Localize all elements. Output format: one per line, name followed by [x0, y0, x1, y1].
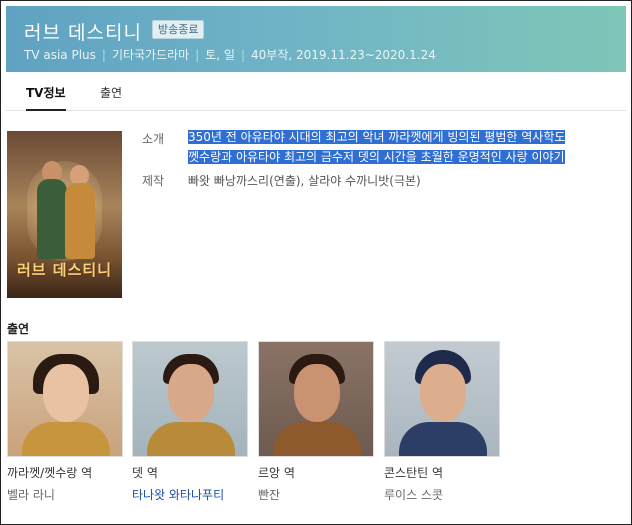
tab-bar: TV정보 출연	[6, 76, 626, 111]
cast-actor-link[interactable]: 타나왓 와타나푸티	[132, 486, 248, 503]
program-header: 러브 데스티니 방송종료 TV asia Plus | 기타국가드라마 | 토, 일 | 4…	[6, 6, 626, 72]
channel-link[interactable]: TV asia Plus	[24, 48, 96, 62]
genre-text: 기타국가드라마	[111, 48, 190, 62]
photo-body	[273, 422, 361, 456]
cast-actor: 벨라 라니	[7, 488, 55, 502]
intro-line: 350년 전 아유타야 시대의 최고의 악녀 까라껫에게 빙의된 평범한 역사학…	[188, 130, 566, 144]
poster-title: 러브 데스티니	[16, 261, 113, 279]
photo-face	[420, 364, 466, 422]
cast-section-title: 출연	[7, 322, 30, 336]
status-badge: 방송종료	[152, 20, 205, 39]
cast-card[interactable]: 까라껫/껫수랑 역 벨라 라니	[7, 341, 123, 503]
photo-face	[168, 364, 214, 422]
program-poster[interactable]: 러브 데스티니	[7, 131, 122, 298]
cast-photo[interactable]	[132, 341, 248, 457]
cast-card[interactable]: 르앙 역 빤잔	[258, 341, 374, 503]
tab-tv-info[interactable]: TV정보	[26, 84, 66, 111]
divider: |	[240, 48, 246, 62]
poster-figure	[37, 179, 67, 259]
intro-label: 소개	[142, 132, 165, 146]
photo-face	[294, 364, 340, 422]
photo-body	[147, 422, 235, 456]
cast-actor: 루이스 스콧	[384, 488, 444, 502]
tab-cast[interactable]: 출연	[100, 84, 122, 101]
cast-photo[interactable]	[7, 341, 123, 457]
divider: |	[195, 48, 200, 62]
cast-card[interactable]: 콘스탄틴 역 루이스 스콧	[384, 341, 500, 503]
cast-role: 까라껫/껫수랑 역	[7, 466, 93, 480]
cast-photo[interactable]	[258, 341, 374, 457]
intro-text: 350년 전 아유타야 시대의 최고의 악녀 까라껫에게 빙의된 평범한 역사학…	[188, 127, 600, 167]
cast-role: 르앙 역	[258, 466, 295, 480]
cast-photo[interactable]	[384, 341, 500, 457]
photo-body	[399, 422, 487, 456]
cast-role: 콘스탄틴 역	[384, 466, 444, 480]
photo-body	[22, 422, 110, 456]
airdays-text: 토, 일	[205, 48, 235, 62]
producer-text: 빠왓 빠낭까스리(연출), 살라야 수까니밧(극본)	[188, 174, 421, 188]
photo-face	[43, 364, 89, 422]
program-title[interactable]: 러브 데스티니	[24, 18, 142, 45]
divider: |	[101, 48, 106, 62]
poster-figure	[65, 183, 95, 259]
intro-line: 껫수랑과 아유타야 최고의 금수저 뎃의 시간을 초월한 운명적인 사랑 이야기	[188, 150, 565, 164]
producer-label: 제작	[142, 174, 165, 188]
cast-actor: 빤잔	[258, 488, 281, 502]
program-meta: TV asia Plus | 기타국가드라마 | 토, 일 | 40부작, 2019.11.…	[24, 46, 436, 63]
episodes-text: 40부작, 2019.11.23~2020.1.24	[251, 48, 436, 62]
cast-card[interactable]: 뎃 역 타나왓 와타나푸티	[132, 341, 248, 503]
cast-role: 뎃 역	[132, 466, 158, 480]
